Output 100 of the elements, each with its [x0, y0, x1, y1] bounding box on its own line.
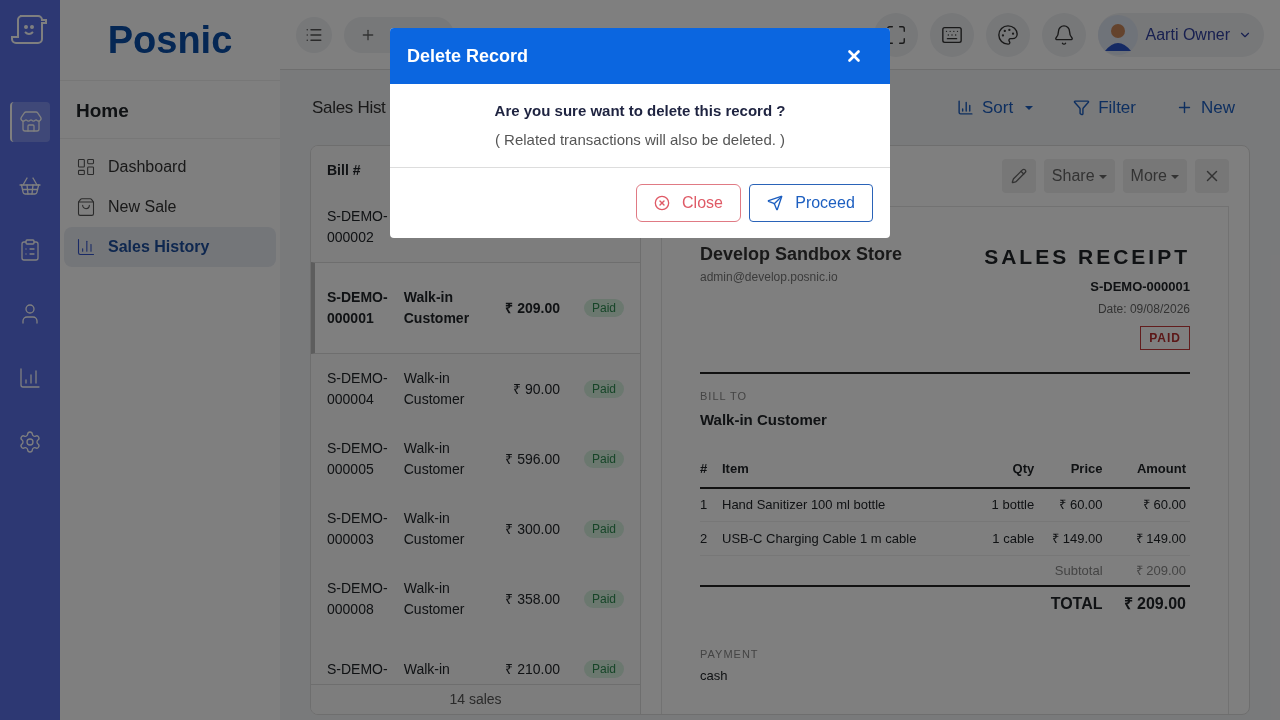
total-value: ₹ 209.00 — [1102, 585, 1190, 622]
toolbar-button[interactable]: Sort — [957, 94, 1034, 121]
proceed-button[interactable]: Proceed — [749, 184, 873, 222]
column-header: # — [700, 451, 722, 488]
total-label: TOTAL — [1034, 585, 1103, 622]
bill-number: S-DEMO-000005 — [327, 439, 388, 479]
brand-logo: Posnic — [106, 17, 234, 63]
status-badge: Paid — [583, 380, 624, 398]
column-header: Qty — [978, 451, 1035, 488]
column-header: Amount — [1102, 451, 1190, 488]
palette-icon — [996, 23, 1019, 46]
sale-row[interactable]: S-DEMO- Walk-in ₹ 210.00 Paid — [311, 634, 640, 684]
toolbar-button[interactable]: New — [1176, 94, 1235, 121]
sales-count: 14 sales — [311, 684, 640, 714]
pencil-icon — [1010, 168, 1027, 184]
column-header: Bill # — [326, 161, 362, 180]
bag-icon — [76, 196, 96, 217]
status-badge: Paid — [583, 450, 624, 468]
store-icon — [19, 110, 43, 134]
dialog-message: Are you sure want to delete this record ? — [494, 101, 786, 121]
payment-label: PAYMENT — [700, 646, 760, 662]
settings-icon — [18, 430, 42, 454]
close-button[interactable]: Close — [636, 184, 741, 222]
sale-row[interactable]: S-DEMO-000001 Walk-in Customer ₹ 209.00 Paid — [311, 262, 640, 354]
receipt-number: S-DEMO-000001 — [1090, 277, 1190, 296]
subtotal-label: Subtotal — [1034, 555, 1103, 586]
status-badge: Paid — [583, 590, 624, 608]
bill-number: S-DEMO-000003 — [327, 509, 388, 549]
close-button[interactable] — [1195, 159, 1229, 193]
table-cell: ₹ 60.00 — [1034, 487, 1103, 522]
circle-x-icon — [654, 195, 671, 211]
bill-to-label: BILL TO — [700, 389, 749, 404]
caret-icon — [1025, 105, 1034, 110]
customer-name: Walk-in Customer — [403, 288, 471, 328]
bill-number: S-DEMO-000001 — [327, 288, 388, 328]
page-title: Sales Hist — [312, 96, 386, 119]
plus-icon — [1176, 99, 1193, 116]
sale-row[interactable]: S-DEMO-000008 Walk-in Customer ₹ 358.00 Paid — [311, 564, 640, 634]
bill-number: S-DEMO-000004 — [327, 369, 388, 409]
sale-row[interactable]: S-DEMO-000005 Walk-in Customer ₹ 596.00 Paid — [311, 424, 640, 494]
sale-row[interactable]: S-DEMO-000003 Walk-in Customer ₹ 300.00 Paid — [311, 494, 640, 564]
store-name: Develop Sandbox Store — [700, 243, 903, 266]
table-cell: USB-C Charging Cable 1 m cable — [722, 521, 979, 556]
caret-icon — [1098, 174, 1107, 179]
customer-name: Walk-in Customer — [403, 509, 466, 549]
status-badge: Paid — [583, 520, 624, 538]
amount: ₹ 300.00 — [504, 519, 560, 539]
column-header: Price — [1034, 451, 1103, 488]
amount: ₹ 209.00 — [504, 298, 560, 318]
column-header: Item — [722, 451, 979, 488]
edit-button[interactable] — [1001, 159, 1036, 193]
dialog-note: ( Related transactions will also be deleted. ) — [494, 129, 786, 150]
avatar-icon — [1097, 14, 1138, 55]
receipt-date: Date: 09/08/2026 — [1097, 301, 1190, 318]
bill-number: S-DEMO-000008 — [327, 579, 388, 619]
chart-icon — [76, 236, 96, 257]
bars-icon — [957, 99, 974, 116]
sidebar-heading: Home — [60, 80, 280, 139]
chart-icon — [18, 366, 42, 390]
menu-button[interactable] — [296, 16, 332, 53]
logo-icon — [10, 12, 50, 46]
subtotal-value: ₹ 209.00 — [1102, 555, 1190, 586]
dialog-title: Delete Record — [407, 44, 529, 68]
caret-icon — [1171, 174, 1179, 179]
amount: ₹ 596.00 — [504, 449, 560, 469]
bell-icon — [1052, 23, 1075, 46]
receipt-title: SALES RECEIPT — [984, 244, 1190, 270]
status-badge: Paid — [583, 299, 624, 317]
dropdown-button[interactable]: More — [1122, 159, 1187, 193]
dialog-close-button[interactable] — [845, 47, 863, 65]
payment-method: cash — [700, 667, 729, 685]
filter-icon — [1073, 99, 1091, 116]
send-icon — [767, 195, 784, 211]
user-menu[interactable]: Aarti Owner — [1097, 12, 1264, 57]
customer-name: Walk-in — [403, 659, 451, 679]
dropdown-button[interactable]: Share — [1043, 159, 1115, 193]
store-email: admin@develop.posnic.io — [700, 269, 839, 286]
dashboard-icon — [76, 156, 96, 177]
sidebar-item[interactable]: New Sale — [64, 186, 276, 227]
table-cell: Hand Sanitizer 100 ml bottle — [722, 487, 979, 522]
customer-name: Walk-in Customer — [403, 439, 466, 479]
table-cell: 1 — [700, 487, 722, 522]
amount: ₹ 358.00 — [504, 589, 560, 609]
sidebar-item[interactable]: Sales History — [64, 226, 276, 267]
table-cell: 1 bottle — [978, 487, 1035, 522]
clipboard-icon — [18, 238, 42, 262]
status-badge: Paid — [583, 660, 624, 678]
amount: ₹ 210.00 — [504, 659, 560, 679]
sale-row[interactable]: S-DEMO-000004 Walk-in Customer ₹ 90.00 Paid — [311, 354, 640, 424]
table-cell: ₹ 149.00 — [1102, 521, 1190, 556]
customer-name: Walk-in Customer — [403, 369, 466, 409]
toolbar-button[interactable]: Filter — [1073, 94, 1136, 121]
customer-name: Walk-in Customer — [403, 579, 466, 619]
amount: ₹ 90.00 — [512, 379, 560, 399]
table-cell: ₹ 60.00 — [1102, 487, 1190, 522]
customer-name: Walk-in Customer — [700, 409, 828, 430]
table-cell: 1 cable — [978, 521, 1035, 556]
rail-button[interactable] — [10, 102, 50, 142]
table-cell: ₹ 149.00 — [1034, 521, 1103, 556]
sidebar-item[interactable]: Dashboard — [64, 146, 276, 187]
